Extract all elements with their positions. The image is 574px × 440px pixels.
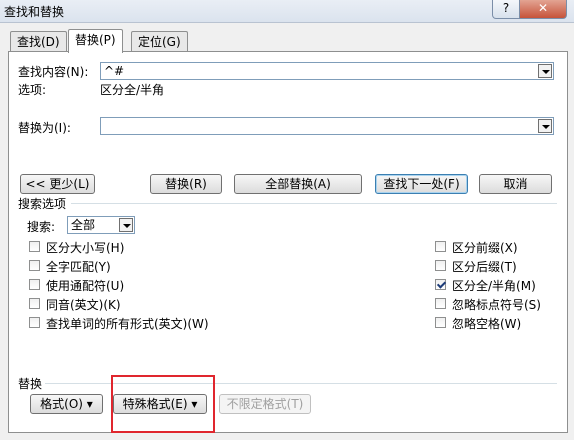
whole-word-checkbox[interactable]: [29, 260, 40, 271]
search-options-divider: [71, 203, 557, 204]
search-scope-label: 搜索:: [27, 220, 56, 234]
match-width-label: 区分全/半角(M): [452, 279, 536, 293]
title-bar: 查找和替换 ? ✕: [0, 0, 574, 23]
sounds-like-checkbox[interactable]: [29, 298, 40, 309]
ignore-whitespace-label: 忽略空格(W): [452, 317, 522, 331]
highlight-box: [111, 375, 215, 433]
tab-find[interactable]: 查找(D): [10, 31, 67, 52]
ignore-punctuation-checkbox[interactable]: [435, 298, 446, 309]
replace-dropdown-icon[interactable]: [538, 119, 552, 133]
match-case-label: 区分大小写(H): [46, 241, 125, 255]
find-label: 查找内容(N):: [18, 65, 89, 79]
options-label: 选项:: [18, 83, 47, 97]
match-prefix-label: 区分前缀(X): [452, 241, 518, 255]
whole-word-label: 全字匹配(Y): [46, 260, 111, 274]
replace-all-button[interactable]: 全部替换(A): [234, 174, 362, 194]
all-word-forms-label: 查找单词的所有形式(英文)(W): [46, 317, 209, 331]
wildcards-label: 使用通配符(U): [46, 279, 125, 293]
close-button[interactable]: ✕: [519, 0, 567, 19]
search-scope-value: 全部: [71, 218, 96, 232]
replace-button[interactable]: 替换(R): [150, 174, 222, 194]
match-width-checkbox[interactable]: [435, 279, 446, 290]
match-suffix-label: 区分后缀(T): [452, 260, 517, 274]
replace-input[interactable]: [100, 117, 554, 135]
find-next-button[interactable]: 查找下一处(F): [375, 174, 468, 194]
find-input[interactable]: ^#: [100, 62, 554, 80]
tab-replace[interactable]: 替换(P): [68, 29, 123, 53]
cancel-button[interactable]: 取消: [479, 174, 552, 194]
format-button[interactable]: 格式(O) ▾: [30, 394, 103, 414]
window-title: 查找和替换: [4, 5, 65, 19]
replace-section-title: 替换: [18, 377, 43, 391]
tab-panel: 查找内容(N): ^# 选项: 区分全/半角 替换为(I): << 更少(L) …: [8, 51, 568, 433]
ignore-punctuation-label: 忽略标点符号(S): [452, 298, 541, 312]
search-options-title: 搜索选项: [18, 197, 67, 211]
search-scope-select[interactable]: 全部: [67, 216, 135, 234]
ignore-whitespace-checkbox[interactable]: [435, 317, 446, 328]
less-button[interactable]: << 更少(L): [20, 174, 95, 194]
no-formatting-button: 不限定格式(T): [219, 394, 311, 414]
match-suffix-checkbox[interactable]: [435, 260, 446, 271]
tab-goto[interactable]: 定位(G): [131, 31, 188, 52]
find-dropdown-icon[interactable]: [538, 64, 552, 78]
options-value: 区分全/半角: [100, 83, 165, 97]
match-case-checkbox[interactable]: [29, 241, 40, 252]
replace-label: 替换为(I):: [18, 121, 71, 135]
wildcards-checkbox[interactable]: [29, 279, 40, 290]
search-scope-dropdown-icon[interactable]: [119, 218, 133, 232]
help-button[interactable]: ?: [492, 0, 520, 19]
all-word-forms-checkbox[interactable]: [29, 317, 40, 328]
find-value: ^#: [104, 64, 125, 78]
match-prefix-checkbox[interactable]: [435, 241, 446, 252]
sounds-like-label: 同音(英文)(K): [46, 298, 121, 312]
